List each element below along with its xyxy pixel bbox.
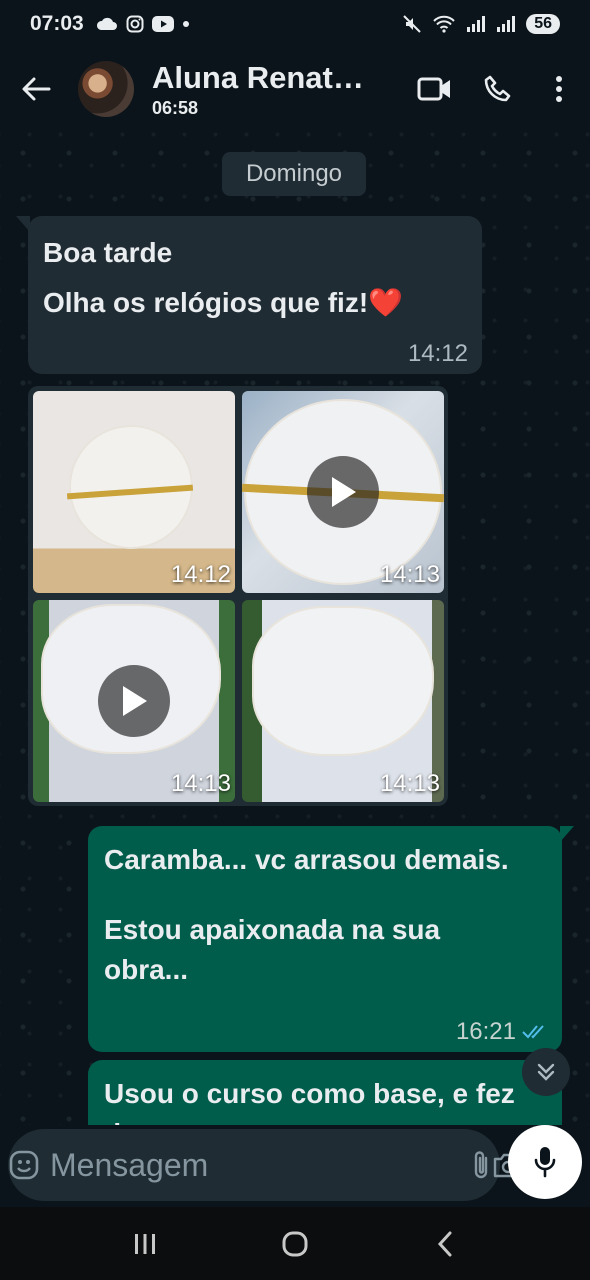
play-button[interactable] [307, 456, 379, 528]
attach-button[interactable] [470, 1129, 492, 1201]
play-icon [332, 477, 356, 507]
incoming-message[interactable]: Boa tarde Olha os relógios que fiz!❤️ 14… [16, 216, 482, 374]
media-time: 14:13 [170, 770, 231, 797]
contact-avatar[interactable] [78, 61, 134, 117]
home-button[interactable] [265, 1214, 325, 1274]
line-break [104, 880, 546, 910]
battery-level: 56 [526, 14, 560, 34]
bubble-tail [560, 826, 574, 842]
recents-icon [135, 1233, 155, 1254]
video-camera-icon [417, 77, 450, 101]
last-seen: 06:58 [152, 97, 199, 118]
double-check-icon [522, 1025, 544, 1039]
youtube-icon [151, 16, 174, 32]
signal-icon [467, 16, 486, 32]
media-time: 14:13 [379, 561, 440, 588]
home-icon [282, 1231, 308, 1256]
whatsapp-chat-screen: 07:03 56 Aluna Renat… 06:58 Domingo Boa … [0, 0, 590, 1280]
arrow-left-icon [22, 77, 51, 101]
system-back-button[interactable] [415, 1214, 475, 1274]
contact-info[interactable]: Aluna Renat… 06:58 [152, 60, 404, 119]
paperclip-icon [474, 1151, 488, 1179]
status-bar: 07:03 56 [0, 0, 590, 48]
message-line-2: Olha os relógios que fiz!❤️ [43, 278, 467, 328]
system-icons: 56 [402, 14, 560, 34]
chat-area[interactable]: Domingo Boa tarde Olha os relógios que f… [0, 130, 590, 1125]
video-call-button[interactable] [404, 48, 466, 130]
notification-icons [96, 15, 190, 33]
dot-icon [182, 21, 189, 27]
media-photo[interactable]: 14:12 [33, 391, 235, 593]
message-time: 14:12 [407, 340, 468, 367]
media-video[interactable]: 14:13 [242, 391, 444, 593]
date-chip: Domingo [222, 152, 366, 196]
wifi-icon [433, 15, 455, 33]
message-time: 16:21 [455, 1018, 516, 1045]
media-time: 14:13 [379, 770, 440, 797]
microphone-icon [534, 1147, 556, 1178]
heart-emoji: ❤️ [368, 287, 404, 318]
media-album: 14:12 14:13 14:13 14:13 [28, 386, 448, 806]
sticker-icon [9, 1150, 39, 1180]
system-navigation-bar [0, 1207, 590, 1280]
message-line-1: Caramba... vc arrasou demais. [104, 844, 509, 875]
emoji-button[interactable] [8, 1129, 40, 1201]
media-time: 14:12 [170, 561, 231, 588]
phone-icon [484, 75, 511, 102]
chevron-left-icon [437, 1231, 452, 1256]
instagram-icon [126, 15, 144, 33]
more-vertical-icon [556, 76, 562, 102]
back-button[interactable] [0, 48, 72, 130]
scroll-to-bottom-button[interactable] [522, 1048, 570, 1096]
input-box [8, 1129, 523, 1201]
media-photo[interactable]: 14:13 [242, 600, 444, 802]
signal-icon-2 [497, 16, 516, 32]
mute-icon [403, 15, 421, 33]
clock-image [252, 606, 434, 756]
cloud-icon [96, 17, 117, 30]
message-text: Olha os relógios que fiz! [43, 287, 369, 318]
double-chevron-down-icon [537, 1063, 555, 1081]
play-icon [123, 686, 147, 716]
recent-apps-button[interactable] [115, 1214, 175, 1274]
message-input[interactable] [48, 1129, 470, 1201]
message-line-1: Boa tarde [43, 237, 173, 268]
chat-header: Aluna Renat… 06:58 [0, 48, 590, 130]
media-video[interactable]: 14:13 [33, 600, 235, 802]
voice-call-button[interactable] [466, 48, 528, 130]
play-button[interactable] [98, 665, 170, 737]
message-line-2: Estou apaixonada na sua obra... [104, 914, 441, 985]
bubble-tail [16, 216, 30, 232]
contact-name: Aluna Renat… [152, 59, 364, 95]
message-composer [0, 1125, 590, 1207]
more-options-button[interactable] [528, 48, 590, 130]
voice-message-button[interactable] [508, 1125, 582, 1199]
message-text: Usou o curso como base, e fez do... [104, 1078, 515, 1125]
status-time: 07:03 [30, 12, 84, 35]
outgoing-message[interactable]: Usou o curso como base, e fez do... [88, 1060, 562, 1125]
outgoing-message[interactable]: Caramba... vc arrasou demais. Estou apai… [88, 826, 574, 1052]
message-meta: 16:21 [456, 1020, 548, 1044]
